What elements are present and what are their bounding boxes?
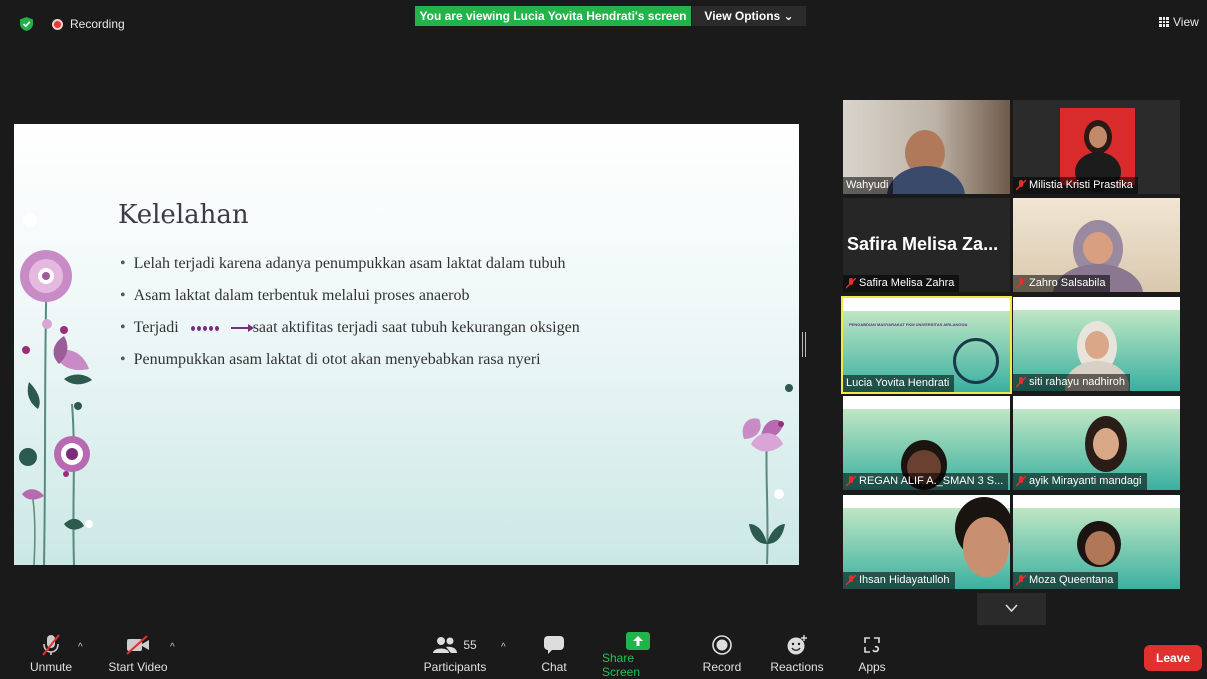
gallery-next-page-button[interactable]	[977, 593, 1046, 625]
record-icon	[712, 635, 732, 655]
participant-name: Zahro Salsabila	[1013, 275, 1111, 292]
view-layout-button[interactable]: View	[1159, 15, 1199, 29]
participant-tile[interactable]: siti rahayu nadhiroh	[1013, 297, 1180, 391]
participant-name: REGAN ALIF A._SMAN 3 S...	[843, 473, 1009, 490]
recording-label[interactable]: Recording	[70, 17, 125, 31]
mic-muted-icon	[1016, 575, 1026, 586]
apps-button[interactable]: Apps	[856, 630, 888, 679]
participant-tile[interactable]: Wahyudi	[843, 100, 1010, 194]
flower-decoration-right	[742, 384, 793, 564]
participant-name: Milistia Kristi Prastika	[1013, 177, 1138, 194]
view-options-button[interactable]: View Options ⌄	[692, 6, 806, 26]
participant-tile-active-speaker[interactable]: PENGABDIAN MASYARAKAT FKM UNIVERSITAS AI…	[841, 296, 1012, 394]
shared-screen-slide: Kelelahan Lelah terjadi karena adanya pe…	[14, 124, 799, 565]
participant-tile[interactable]: Milistia Kristi Prastika	[1013, 100, 1180, 194]
security-shield-icon[interactable]	[20, 17, 33, 31]
chat-icon	[544, 636, 564, 654]
start-video-button[interactable]: Start Video	[106, 630, 170, 679]
flower-decoration-left	[19, 213, 93, 565]
panel-resize-handle[interactable]	[802, 332, 806, 357]
meeting-toolbar: Unmute ^ Start Video ^ 55 Participants ^…	[0, 630, 1207, 679]
tile-banner-text: PENGABDIAN MASYARAKAT FKM UNIVERSITAS AI…	[849, 322, 968, 327]
participants-icon	[433, 637, 458, 653]
share-screen-icon	[626, 631, 650, 650]
viewing-screen-banner: You are viewing Lucia Yovita Hendrati's …	[415, 6, 691, 26]
top-bar: Recording You are viewing Lucia Yovita H…	[0, 0, 1207, 48]
mic-muted-icon	[1016, 278, 1026, 289]
mic-muted-icon	[846, 278, 856, 289]
slide-bullet-1: Lelah terjadi karena adanya penumpukkan …	[120, 248, 580, 280]
participant-name: Lucia Yovita Hendrati	[843, 375, 955, 392]
participant-name: ayik Mirayanti mandagi	[1013, 473, 1147, 490]
participant-tile[interactable]: ayik Mirayanti mandagi	[1013, 396, 1180, 490]
leave-button[interactable]: Leave	[1144, 645, 1202, 671]
participant-tile[interactable]: Ihsan Hidayatulloh	[843, 495, 1010, 589]
participant-tile[interactable]: REGAN ALIF A._SMAN 3 S...	[843, 396, 1010, 490]
mic-muted-icon	[846, 575, 856, 586]
participant-name: Moza Queentana	[1013, 572, 1119, 589]
audio-options-caret[interactable]: ^	[78, 642, 83, 653]
record-button[interactable]: Record	[701, 630, 743, 679]
chevron-down-icon	[1005, 604, 1018, 613]
participant-display-name: Safira Melisa Za...	[847, 234, 999, 254]
apps-icon	[864, 637, 880, 653]
participant-tile[interactable]: Zahro Salsabila	[1013, 198, 1180, 292]
view-label: View	[1173, 15, 1199, 29]
video-off-icon	[126, 635, 149, 655]
participants-options-caret[interactable]: ^	[501, 642, 506, 653]
reactions-button[interactable]: Reactions	[770, 630, 824, 679]
grid-view-icon	[1159, 17, 1169, 27]
chat-button[interactable]: Chat	[538, 630, 570, 679]
participants-button[interactable]: 55 Participants	[422, 630, 488, 679]
participant-name: Wahyudi	[843, 177, 894, 194]
slide-bullet-list: Lelah terjadi karena adanya penumpukkan …	[120, 248, 580, 376]
slide-title: Kelelahan	[118, 200, 249, 230]
video-options-caret[interactable]: ^	[170, 642, 175, 653]
participant-name: Ihsan Hidayatulloh	[843, 572, 955, 589]
share-screen-button[interactable]: Share Screen	[602, 630, 674, 679]
mic-muted-icon	[1016, 377, 1026, 388]
participant-name: Safira Melisa Zahra	[843, 275, 960, 292]
unmute-button[interactable]: Unmute	[28, 630, 74, 679]
zoom-meeting-window: Recording You are viewing Lucia Yovita H…	[0, 0, 1207, 679]
participants-count: 55	[463, 638, 477, 652]
recording-icon	[52, 19, 63, 30]
mic-muted-icon	[1016, 180, 1026, 191]
mic-muted-icon	[42, 634, 60, 656]
participant-name: siti rahayu nadhiroh	[1013, 374, 1131, 391]
slide-bullet-2: Asam laktat dalam terbentuk melalui pros…	[120, 280, 580, 312]
participant-tile[interactable]: Safira Melisa Za... Safira Melisa Zahra	[843, 198, 1010, 292]
reactions-smiley-icon	[787, 635, 807, 655]
mic-muted-icon	[1016, 476, 1026, 487]
participant-tile[interactable]: Moza Queentana	[1013, 495, 1180, 589]
mic-muted-icon	[846, 476, 856, 487]
dots-arrow-icon	[190, 324, 254, 332]
slide-bullet-4: Penumpukkan asam laktat di otot akan men…	[120, 344, 580, 376]
slide-bullet-3: Terjadi saat aktifitas terjadi saat tubu…	[120, 312, 580, 344]
